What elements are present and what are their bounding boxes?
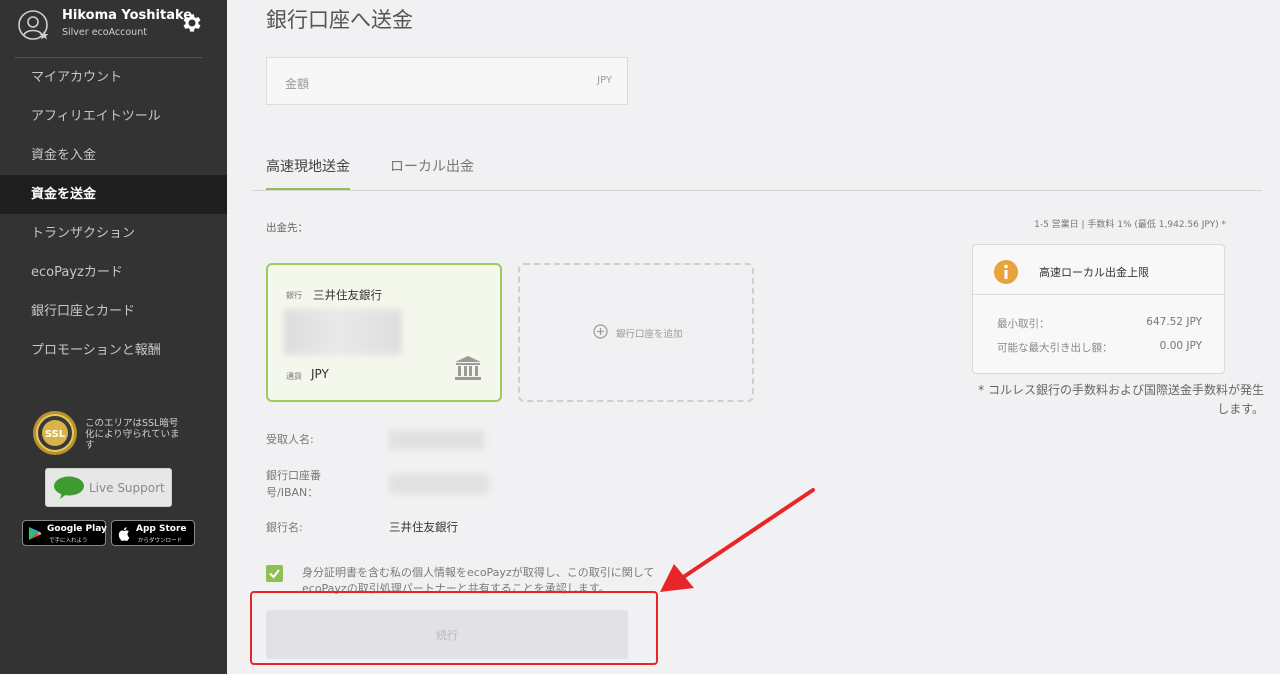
app-store-sub: からダウンロード	[138, 538, 183, 544]
bank-account-card[interactable]: 銀行 三井住友銀行 通貨 JPY	[266, 263, 502, 402]
bank-name-label: 銀行名:	[266, 521, 303, 534]
ssl-text: このエリアはSSL暗号化により守られています	[85, 418, 180, 451]
check-icon	[269, 569, 280, 579]
account-level: Silver ecoAccount	[62, 27, 147, 38]
page-title: 銀行口座へ送金	[266, 8, 413, 32]
tab-fast-local-transfer[interactable]: 高速現地送金	[266, 156, 350, 176]
sidebar-item-promotions[interactable]: プロモーションと報酬	[0, 331, 227, 370]
currency-label: 通貨	[286, 372, 302, 381]
google-play-sub: で手に入れよう	[49, 538, 88, 544]
google-play-label: Google Play	[47, 524, 107, 534]
tabs-divider	[252, 190, 1262, 191]
sidebar-item-ecopayz-card[interactable]: ecoPayzカード	[0, 253, 227, 292]
recipient-label: 受取人名:	[266, 433, 314, 446]
bank-label: 銀行	[286, 291, 302, 300]
sidebar-item-send-money[interactable]: 資金を送金	[0, 175, 227, 214]
consent-checkbox[interactable]	[266, 565, 283, 582]
min-transaction-label: 最小取引：	[997, 318, 1050, 330]
google-play-icon	[29, 527, 42, 540]
ssl-badge-label: SSL	[45, 429, 66, 440]
amount-placeholder: 金額	[285, 77, 310, 91]
bank-name-value: 三井住友銀行	[389, 520, 458, 534]
limit-title: 高速ローカル出金上限	[1039, 266, 1149, 279]
max-withdrawal-value: 0.00 JPY	[1159, 340, 1202, 352]
info-icon	[994, 260, 1018, 284]
plus-circle-icon	[593, 324, 608, 339]
apple-icon	[118, 527, 130, 541]
arrow-annotation	[660, 488, 815, 592]
profile-header: Hikoma Yoshitake Silver ecoAccount	[0, 0, 227, 58]
tab-local-withdrawal[interactable]: ローカル出金	[390, 156, 474, 176]
redacted-account-number	[284, 309, 402, 355]
live-support-button[interactable]: Live Support	[45, 468, 172, 507]
annotation-highlight-box	[250, 591, 658, 665]
sidebar-nav: マイアカウント アフィリエイトツール 資金を入金 資金を送金 トランザクション …	[0, 58, 227, 370]
app-store-badge[interactable]: App Store からダウンロード	[111, 520, 195, 546]
fee-footnote: * コルレス銀行の手数料および国際送金手数料が発生します。	[978, 383, 1264, 416]
limit-divider	[973, 294, 1224, 295]
currency-value: JPY	[311, 367, 329, 381]
sidebar-item-bank-accounts[interactable]: 銀行口座とカード	[0, 292, 227, 331]
user-name: Hikoma Yoshitake	[62, 8, 193, 23]
bank-name: 三井住友銀行	[313, 288, 382, 302]
amount-currency: JPY	[597, 75, 612, 86]
app-store-label: App Store	[136, 524, 187, 534]
redacted-recipient-name	[389, 430, 485, 450]
destination-label: 出金先：	[266, 222, 308, 234]
gear-icon[interactable]	[180, 11, 204, 35]
limit-panel: 高速ローカル出金上限 最小取引： 647.52 JPY 可能な最大引き出し額： …	[972, 244, 1225, 374]
add-bank-account-label: 銀行口座を追加	[616, 329, 683, 340]
fee-note: 1-5 営業日 | 手数料 1% (最低 1,942.56 JPY) *	[1034, 220, 1226, 230]
ssl-notice: SSL このエリアはSSL暗号化により守られています	[32, 408, 212, 458]
bank-icon	[455, 356, 481, 380]
amount-input[interactable]: 金額 JPY	[266, 57, 628, 105]
sidebar-item-my-account[interactable]: マイアカウント	[0, 58, 227, 97]
sidebar-item-transactions[interactable]: トランザクション	[0, 214, 227, 253]
redacted-account-iban	[389, 474, 489, 494]
google-play-badge[interactable]: Google Play で手に入れよう	[22, 520, 107, 546]
user-avatar-icon[interactable]	[17, 9, 49, 41]
sidebar-item-deposit[interactable]: 資金を入金	[0, 136, 227, 175]
add-bank-account-card[interactable]: 銀行口座を追加	[518, 263, 754, 402]
min-transaction-value: 647.52 JPY	[1146, 316, 1202, 328]
account-number-label: 銀行口座番号/IBAN：	[266, 469, 321, 499]
ssl-badge-icon: SSL	[33, 411, 77, 455]
chat-bubble-icon	[54, 476, 84, 499]
sidebar-item-affiliate-tools[interactable]: アフィリエイトツール	[0, 97, 227, 136]
sidebar: Hikoma Yoshitake Silver ecoAccount マイアカウ…	[0, 0, 227, 674]
max-withdrawal-label: 可能な最大引き出し額：	[997, 342, 1113, 354]
live-support-label: Live Support	[89, 481, 165, 495]
